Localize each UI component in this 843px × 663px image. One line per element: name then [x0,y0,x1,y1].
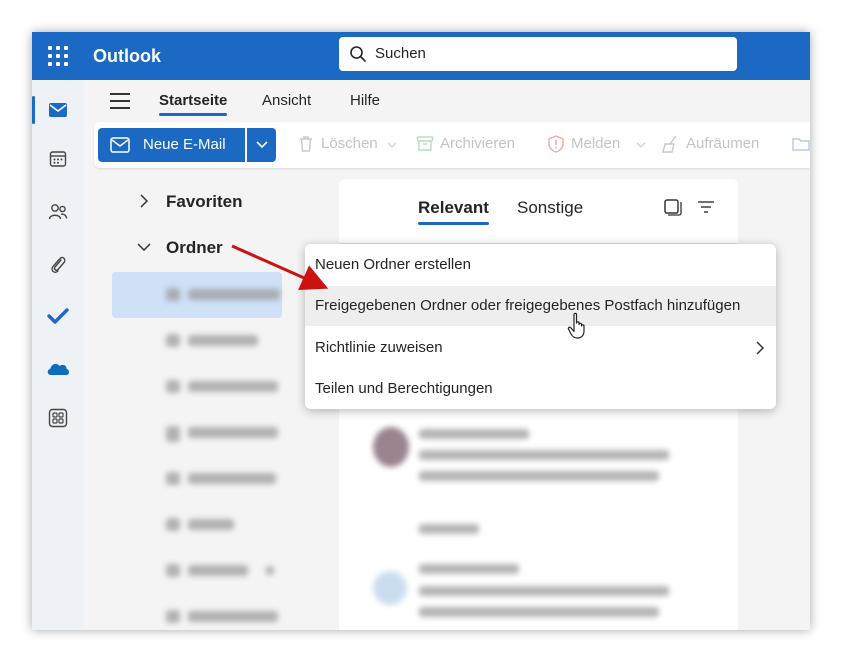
archive-icon [416,136,434,151]
todo-icon [47,308,69,324]
apps-icon [48,408,68,428]
people-icon [48,204,68,220]
attachment-icon [51,256,66,273]
chevron-down-icon [387,142,397,148]
report-button[interactable]: Melden [571,135,620,153]
blurred-content [419,471,659,481]
chevron-down-icon [256,141,268,149]
menu-item-label: Freigegebenen Ordner oder freigegebenes … [315,297,741,314]
move-to-folder-icon [792,138,810,151]
folder-item-inbox[interactable] [112,272,282,318]
tab-hilfe[interactable]: Hilfe [350,92,380,110]
mail-icon [49,103,67,117]
folder-item[interactable] [112,364,282,410]
folders-row[interactable]: Ordner [84,226,334,270]
sweep-button[interactable]: Aufräumen [686,135,759,153]
folders-label: Ordner [166,238,223,257]
tab-startseite[interactable]: Startseite [159,92,228,116]
outlook-window: Outlook Suchen Startseite Ansicht Hilfe … [32,32,810,630]
filter-icon[interactable] [696,197,716,217]
folder-item[interactable] [112,502,282,548]
app-name: Outlook [93,46,161,66]
search-placeholder[interactable]: Suchen [375,45,426,63]
blurred-content [419,607,659,617]
folder-item[interactable] [112,318,282,364]
ribbon-tabs: Startseite Ansicht Hilfe [84,80,810,122]
menu-item-sharing-permissions[interactable]: Teilen und Berechtigungen [305,369,776,409]
new-mail-dropdown[interactable] [247,128,276,162]
rail-todo[interactable] [32,296,84,336]
blurred-content [419,429,529,439]
favorites-row[interactable]: Favoriten [84,180,334,224]
mail-icon [110,137,130,153]
folder-item[interactable] [112,456,282,502]
rail-onedrive[interactable] [32,348,84,388]
menu-item-label: Teilen und Berechtigungen [315,380,493,397]
sweep-icon [662,135,677,153]
chevron-right-icon [140,194,148,208]
folder-item[interactable] [112,594,282,630]
favorites-label: Favoriten [166,192,243,211]
new-mail-label: Neue E-Mail [143,136,226,153]
folder-item[interactable] [112,410,282,456]
rail-mail[interactable] [32,90,84,130]
onedrive-icon [47,363,70,375]
avatar [373,427,409,467]
tab-relevant[interactable]: Relevant [418,198,489,225]
new-mail-button[interactable]: Neue E-Mail [98,128,245,162]
title-bar: Outlook Suchen [32,32,810,80]
select-checkbox-icon[interactable] [662,197,682,217]
menu-item-new-folder[interactable]: Neuen Ordner erstellen [305,245,776,285]
menu-item-label: Richtlinie zuweisen [315,339,443,356]
hamburger-icon[interactable] [110,93,130,109]
app-rail [32,80,84,630]
blurred-content [419,450,669,460]
avatar [373,571,407,605]
command-toolbar: Neue E-Mail Löschen Archivieren Melden A… [94,122,810,168]
rail-calendar[interactable] [32,139,84,179]
search-icon [350,46,366,62]
chevron-down-icon [636,142,646,148]
report-icon [548,135,564,153]
tab-ansicht[interactable]: Ansicht [262,92,311,110]
folder-context-menu: Neuen Ordner erstellen Freigegebenen Ord… [305,244,776,409]
rail-apps[interactable] [32,398,84,438]
blurred-content [419,586,669,596]
delete-button[interactable]: Löschen [321,135,378,153]
menu-item-assign-policy[interactable]: Richtlinie zuweisen [305,328,776,368]
blurred-content [419,564,519,574]
app-launcher-icon[interactable] [48,46,68,66]
rail-files[interactable] [32,245,84,285]
blurred-content [419,524,479,534]
delete-icon [300,136,312,152]
menu-item-add-shared-folder[interactable]: Freigegebenen Ordner oder freigegebenes … [305,286,776,326]
rail-people[interactable] [32,192,84,232]
chevron-right-icon [756,341,765,355]
chevron-down-icon [137,243,151,251]
hand-cursor-icon [567,312,585,339]
archive-button[interactable]: Archivieren [440,135,515,153]
tab-sonstige[interactable]: Sonstige [517,198,583,218]
folder-item[interactable] [112,548,282,594]
calendar-icon [49,151,67,167]
search-box[interactable]: Suchen [339,37,737,71]
menu-item-label: Neuen Ordner erstellen [315,256,471,273]
